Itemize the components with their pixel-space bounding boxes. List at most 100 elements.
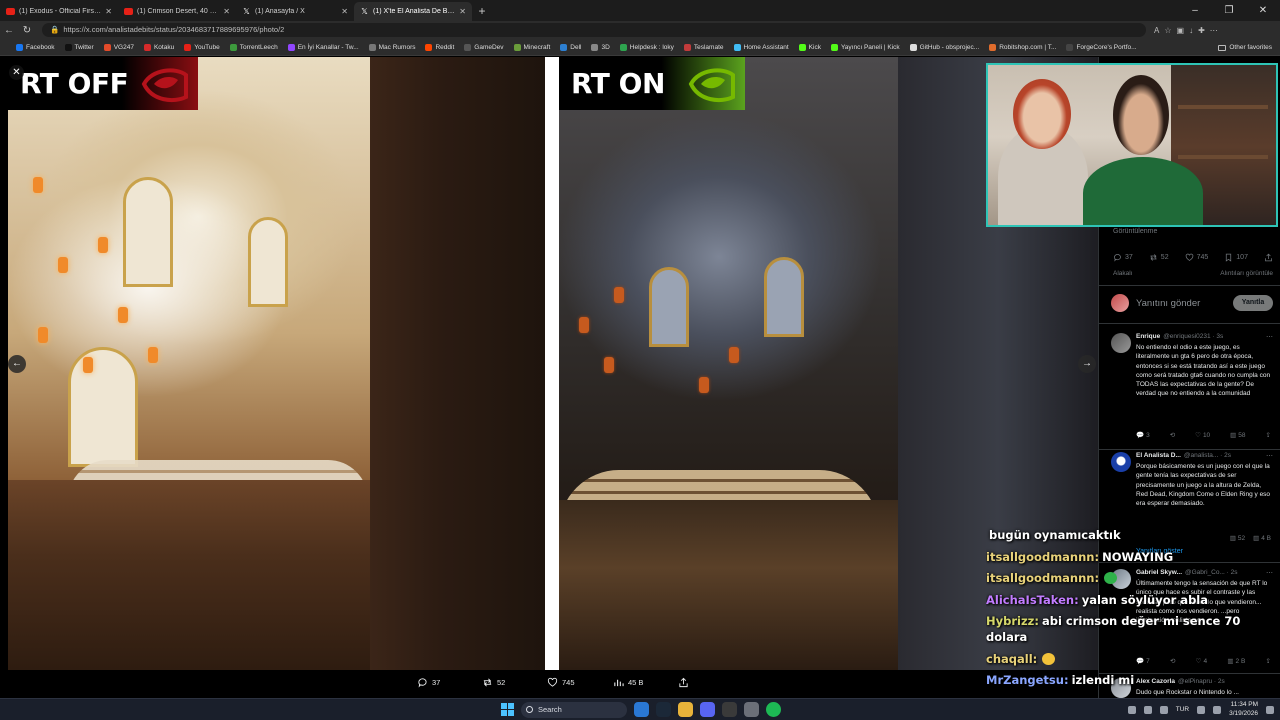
downloads-icon[interactable]: ↓ — [1189, 26, 1193, 35]
reload-icon[interactable]: ↻ — [18, 25, 36, 36]
views-action[interactable]: 45 B — [613, 677, 643, 688]
related-dropdown[interactable]: Alakalı — [1113, 270, 1133, 277]
like-stat[interactable]: 745 — [1185, 253, 1208, 262]
reply-stat[interactable]: 37 — [1113, 253, 1133, 262]
repost-action[interactable]: 52 — [482, 677, 505, 688]
share-icon[interactable]: ⇪ — [1266, 657, 1271, 665]
more-icon[interactable]: ⋯ — [1266, 452, 1273, 460]
clock[interactable]: 11:34 PM 3/19/2026 — [1229, 701, 1258, 718]
tab-crimson-desert[interactable]: (1) Crimson Desert, 40 GPU Bench ✕ — [118, 2, 236, 21]
reply-item[interactable]: Enrique @enriquesi0231 · 3s ⋯ No entiendo… — [1111, 333, 1273, 443]
bookmark-item[interactable]: Reddit — [425, 43, 454, 51]
bookmark-item[interactable]: 3D — [591, 43, 610, 51]
steam-icon[interactable] — [656, 702, 671, 717]
minimize-icon[interactable]: – — [1178, 0, 1212, 21]
window-controls: – ❐ ✕ — [1178, 0, 1280, 21]
bookmark-item[interactable]: GitHub - obsprojec... — [909, 43, 979, 51]
more-icon[interactable]: ⋯ — [1266, 333, 1273, 341]
bookmark-item[interactable]: Yayıncı Paneli | Kick — [830, 43, 900, 51]
bookmark-item[interactable]: YouTube — [184, 43, 220, 51]
youtube-icon — [124, 8, 133, 15]
share-stat[interactable] — [1264, 253, 1273, 262]
repost-icon[interactable]: ⟲ — [1170, 431, 1175, 439]
close-viewer-button[interactable]: ✕ — [9, 65, 24, 80]
close-tab-icon[interactable]: ✕ — [105, 7, 112, 16]
next-image-button[interactable]: → — [1078, 355, 1096, 373]
bookmark-item[interactable]: Home Assistant — [733, 43, 789, 51]
bookmark-item[interactable]: Minecraft — [513, 43, 550, 51]
wifi-icon[interactable] — [1197, 705, 1206, 714]
app-icon[interactable] — [744, 702, 759, 717]
more-icon[interactable]: ⋯ — [1266, 569, 1273, 577]
close-tab-icon[interactable]: ✕ — [341, 7, 348, 16]
share-icon[interactable]: ⇪ — [1266, 431, 1271, 439]
extensions-icon[interactable]: ✚ — [1198, 26, 1205, 35]
reply-action[interactable]: 37 — [417, 677, 440, 688]
views-count[interactable]: ▥ 4 B — [1253, 534, 1271, 543]
language-indicator[interactable]: TUR — [1176, 706, 1189, 713]
tab-exodus[interactable]: (1) Exodus - Official First Look Gar ✕ — [0, 2, 118, 21]
bookmark-item[interactable]: Kick — [798, 43, 821, 51]
spotify-icon[interactable] — [766, 702, 781, 717]
chat-username[interactable]: itsallgoodmannn: — [986, 550, 1099, 564]
reply-input[interactable]: Yanıtını gönder — [1136, 298, 1233, 309]
chat-username[interactable]: AlichaIsTaken: — [986, 593, 1079, 607]
network-icon[interactable] — [1159, 705, 1168, 714]
bookmark-item[interactable]: En İyi Kanallar - Tw... — [287, 43, 359, 51]
close-tab-icon[interactable]: ✕ — [459, 7, 466, 16]
bookmark-item[interactable]: GameDev — [464, 43, 504, 51]
discord-icon[interactable] — [700, 702, 715, 717]
taskbar-search[interactable]: Search — [521, 702, 627, 718]
cloud-icon[interactable] — [1143, 705, 1152, 714]
reply-count[interactable]: 💬 3 — [1136, 431, 1150, 440]
repost-stat[interactable]: 52 — [1149, 253, 1169, 262]
tab-x-status[interactable]: 𝕏 (1) X'te El Analista De Bits: "El Ray … — [354, 2, 472, 21]
maximize-icon[interactable]: ❐ — [1212, 0, 1246, 21]
tab-x-home[interactable]: 𝕏 (1) Anasayfa / X ✕ — [236, 2, 354, 21]
bookmark-item[interactable]: Dell — [560, 43, 581, 51]
views-label: Görüntülenme — [1113, 228, 1158, 235]
notifications-icon[interactable] — [1266, 705, 1274, 714]
back-icon[interactable]: ← — [0, 25, 18, 36]
bookmark-item[interactable]: Facebook — [16, 43, 55, 51]
previous-image-button[interactable]: ← — [8, 355, 26, 373]
reply-author[interactable]: El Analista D... — [1136, 452, 1181, 459]
bookmark-item[interactable]: VG247 — [103, 43, 134, 51]
close-window-icon[interactable]: ✕ — [1246, 0, 1280, 21]
chat-username[interactable]: itsallgoodmannn: — [986, 571, 1099, 585]
windows-start-icon[interactable] — [501, 703, 514, 716]
like-count[interactable]: ♡ 10 — [1195, 431, 1210, 440]
menu-icon[interactable]: ⋯ — [1210, 26, 1218, 35]
chat-username[interactable]: chaqall: — [986, 652, 1037, 666]
bookmark-item[interactable]: Mac Rumors — [368, 43, 415, 51]
reply-author[interactable]: Enrique — [1136, 333, 1160, 340]
bookmark-item[interactable]: Robitshop.com | T... — [989, 43, 1056, 51]
bookmark-item[interactable]: Helpdesk : loky — [619, 43, 674, 51]
other-favorites-folder[interactable]: Other favorites — [1218, 44, 1272, 51]
bookmark-stat[interactable]: 107 — [1224, 253, 1248, 262]
chat-username[interactable]: MrZangetsu: — [986, 673, 1069, 687]
bookmark-item[interactable]: Twitter — [64, 43, 94, 51]
share-action[interactable] — [678, 677, 689, 688]
bookmark-item[interactable]: Teslamate — [683, 43, 724, 51]
edge-icon[interactable] — [634, 702, 649, 717]
url-field[interactable]: 🔒 https://x.com/analistadebits/status/203… — [42, 23, 1146, 37]
bookmark-item[interactable]: ForgeCore's Portfo... — [1066, 43, 1137, 51]
volume-icon[interactable] — [1213, 705, 1222, 714]
collections-icon[interactable]: ▣ — [1177, 26, 1185, 35]
read-aloud-icon[interactable]: A — [1154, 26, 1159, 35]
obs-icon[interactable] — [722, 702, 737, 717]
view-quotes-link[interactable]: Alıntıları görüntüle — [1220, 270, 1273, 277]
favorite-star-icon[interactable]: ☆ — [1164, 26, 1171, 35]
close-tab-icon[interactable]: ✕ — [223, 7, 230, 16]
chat-username[interactable]: Hybrizz: — [986, 614, 1039, 628]
tray-chevron-icon[interactable] — [1127, 705, 1136, 714]
bookmark-item[interactable]: TorrentLeech — [229, 43, 278, 51]
file-explorer-icon[interactable] — [678, 702, 693, 717]
like-action[interactable]: 745 — [547, 677, 575, 688]
bookmark-item[interactable]: Kotaku — [143, 43, 174, 51]
reply-button[interactable]: Yanıtla — [1233, 295, 1273, 311]
taskbar-apps — [634, 702, 781, 717]
new-tab-button[interactable]: + — [472, 2, 492, 21]
views-count[interactable]: ▥ 58 — [1230, 431, 1245, 440]
